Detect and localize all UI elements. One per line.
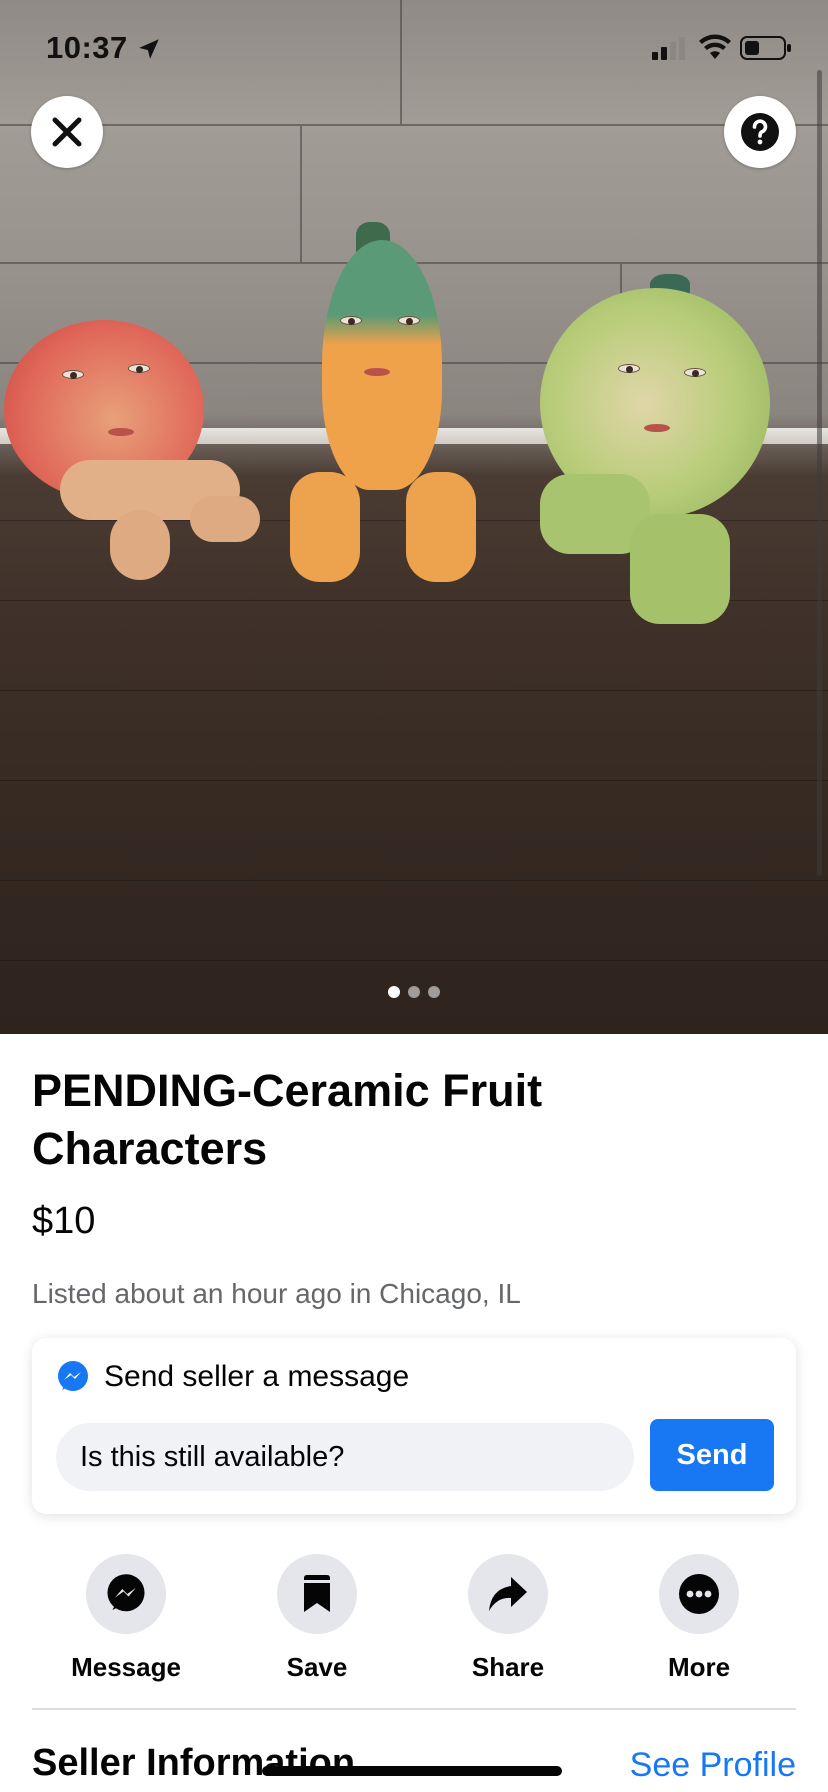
status-time: 10:37 — [46, 30, 128, 65]
apple-figure-foot — [110, 510, 170, 580]
listing-meta: Listed about an hour ago in Chicago, IL — [32, 1278, 521, 1309]
squash-figure-leg — [290, 472, 360, 582]
message-action-button[interactable]: Message — [51, 1554, 201, 1683]
see-profile-link[interactable]: See Profile — [630, 1746, 796, 1785]
messenger-icon — [107, 1574, 145, 1612]
squash-figure-body — [322, 240, 442, 490]
status-bar: 10:37 — [0, 0, 828, 100]
message-input[interactable]: Is this still available? — [56, 1423, 634, 1491]
send-message-heading: Send seller a message — [104, 1360, 410, 1393]
carousel-dot[interactable] — [428, 986, 440, 998]
floor-grain — [0, 880, 828, 881]
share-action-label: Share — [471, 1652, 545, 1682]
action-bar: Message Save Share More — [32, 1554, 796, 1682]
help-button[interactable] — [724, 96, 796, 168]
save-action-circle[interactable] — [277, 1554, 357, 1634]
home-indicator[interactable] — [262, 1766, 562, 1776]
page-scrollbar[interactable] — [817, 70, 822, 876]
more-action-button[interactable]: More — [624, 1554, 774, 1683]
carousel-dot-active[interactable] — [388, 986, 400, 998]
squash-figure-mouth — [364, 368, 390, 376]
message-action-label: Message — [71, 1652, 181, 1682]
pear-figure — [520, 274, 790, 634]
squash-figure — [286, 222, 482, 592]
listing-photo[interactable]: 10:37 — [0, 0, 828, 1034]
apple-figure-foot — [190, 496, 260, 542]
apple-figure-eye — [62, 370, 84, 379]
location-arrow-icon — [139, 39, 159, 59]
send-message-header: Send seller a message — [56, 1360, 409, 1394]
floor-grain — [0, 780, 828, 781]
more-action-label: More — [667, 1652, 731, 1682]
save-action-label: Save — [286, 1652, 348, 1682]
help-icon — [741, 113, 779, 151]
close-icon — [52, 117, 82, 147]
message-action-circle[interactable] — [86, 1554, 166, 1634]
messenger-icon — [58, 1361, 88, 1391]
save-action-button[interactable]: Save — [242, 1554, 392, 1683]
battery-icon — [740, 36, 791, 60]
share-arrow-icon — [489, 1577, 527, 1611]
share-action-button[interactable]: Share — [433, 1554, 583, 1683]
apple-figure-eye — [128, 364, 150, 373]
send-message-card: Send seller a message Is this still avai… — [32, 1338, 796, 1514]
section-divider — [32, 1708, 796, 1710]
listing-price: $10 — [32, 1200, 96, 1242]
wall-plank-line — [0, 124, 828, 126]
floor-grain — [0, 690, 828, 691]
share-action-circle[interactable] — [468, 1554, 548, 1634]
pear-figure-leg — [630, 514, 730, 624]
send-button[interactable]: Send — [650, 1419, 774, 1491]
squash-figure-eye — [398, 316, 420, 325]
listing-title: PENDING-Ceramic Fruit Characters — [32, 1065, 543, 1174]
floor-grain — [0, 960, 828, 961]
pear-figure-eye — [618, 364, 640, 373]
apple-figure — [0, 310, 270, 590]
pear-figure-mouth — [644, 424, 670, 432]
wifi-icon — [699, 34, 731, 59]
more-dots-icon — [679, 1574, 719, 1614]
squash-figure-eye — [340, 316, 362, 325]
carousel-indicator[interactable] — [0, 986, 828, 1000]
carousel-dot[interactable] — [408, 986, 420, 998]
pear-figure-eye — [684, 368, 706, 377]
squash-figure-leg — [406, 472, 476, 582]
bookmark-icon — [304, 1575, 330, 1612]
more-action-circle[interactable] — [659, 1554, 739, 1634]
apple-figure-mouth — [108, 428, 134, 436]
cellular-signal-icon — [652, 37, 685, 60]
seller-information-heading: Seller Information — [32, 1742, 356, 1784]
close-button[interactable] — [31, 96, 103, 168]
